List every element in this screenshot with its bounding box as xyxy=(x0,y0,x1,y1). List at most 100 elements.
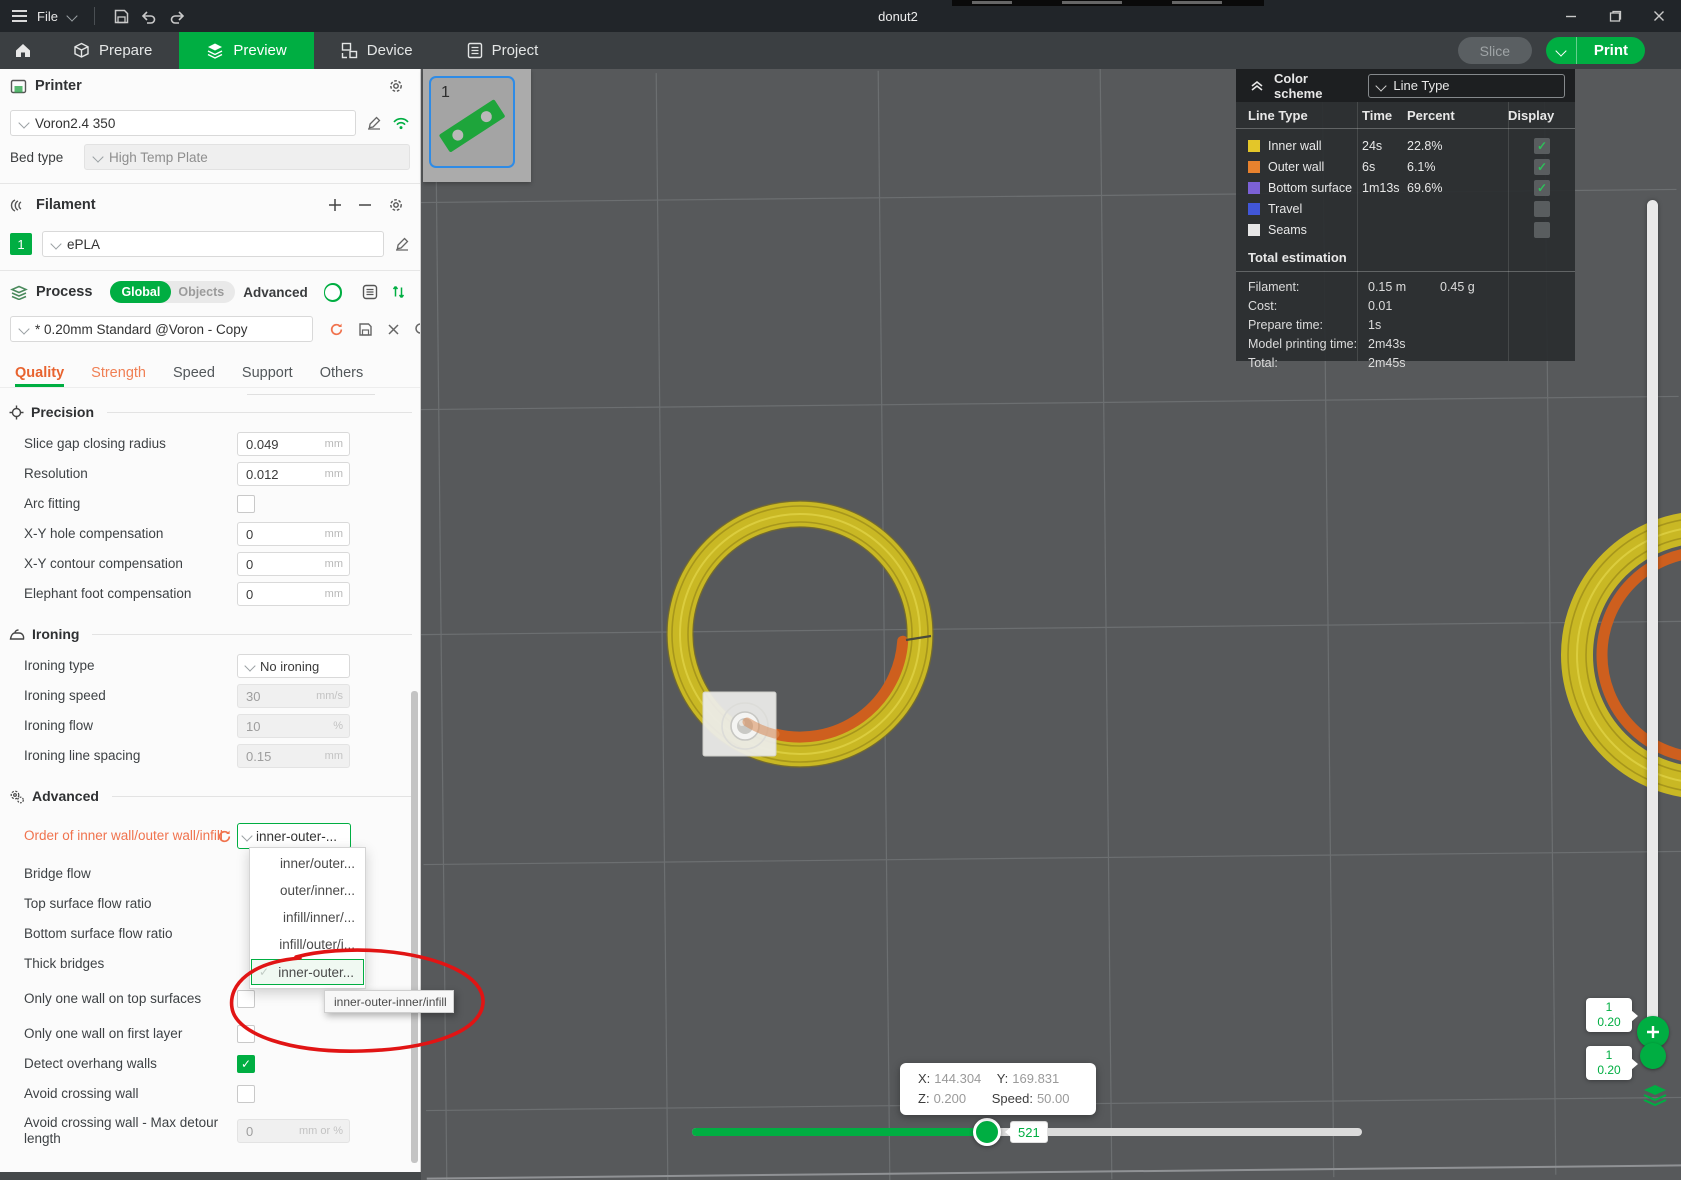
wifi-icon[interactable] xyxy=(392,116,410,130)
option-outer-inner-infill[interactable]: outer/inner... xyxy=(250,877,365,904)
tab-prepare[interactable]: Prepare xyxy=(46,32,179,69)
move-slider-value: 521 xyxy=(1010,1121,1048,1143)
only-one-wall-top-checkbox[interactable]: ✓ xyxy=(237,990,255,1008)
print-split-button[interactable]: Print xyxy=(1546,37,1645,64)
only-one-wall-first-layer-checkbox[interactable]: ✓ xyxy=(237,1025,255,1043)
save-preset-icon[interactable] xyxy=(358,322,373,337)
nozzle-indicator xyxy=(703,692,776,756)
collapse-icon[interactable] xyxy=(1250,80,1264,92)
estimation-row: Cost:0.01 xyxy=(1236,296,1575,315)
max-detour-length-input[interactable]: 0mm or % xyxy=(237,1119,350,1143)
display-checkbox[interactable]: ✓ xyxy=(1534,222,1550,238)
home-button[interactable] xyxy=(0,32,46,69)
scope-global[interactable]: Global xyxy=(110,281,171,303)
tab-others[interactable]: Others xyxy=(320,365,364,387)
filament-icon xyxy=(10,198,28,213)
elephant-foot-compensation-input[interactable]: 0mm xyxy=(237,582,350,606)
scope-objects[interactable]: Objects xyxy=(171,285,235,299)
reset-order-icon[interactable] xyxy=(217,829,232,844)
edit-printer-icon[interactable] xyxy=(366,115,382,131)
tab-speed[interactable]: Speed xyxy=(173,365,215,387)
process-scope-toggle[interactable]: Global Objects xyxy=(110,281,235,303)
color-scheme-select[interactable]: Line Type xyxy=(1368,74,1565,98)
swatch xyxy=(1248,182,1260,194)
prepare-cube-icon xyxy=(73,42,90,59)
printer-icon xyxy=(10,79,27,94)
gcode-status-tooltip: X:144.304 Y:169.831 Z:0.200 Speed:50.00 xyxy=(900,1063,1096,1115)
move-slider-handle[interactable] xyxy=(973,1118,1001,1146)
advanced-mode-toggle[interactable] xyxy=(324,283,342,302)
process-tab-bar: Quality Strength Speed Support Others xyxy=(0,347,420,388)
tab-project[interactable]: Project xyxy=(440,32,566,69)
file-menu[interactable]: File xyxy=(37,9,58,24)
ironing-icon xyxy=(9,628,25,641)
tab-strength[interactable]: Strength xyxy=(91,365,146,387)
xy-hole-compensation-input[interactable]: 0mm xyxy=(237,522,350,546)
ironing-title: Ironing xyxy=(32,626,79,642)
save-icon[interactable] xyxy=(113,8,130,25)
legend-column-headers: Line TypeTime PercentDisplay xyxy=(1236,102,1575,128)
process-preset-select[interactable]: * 0.20mm Standard @Voron - Copy xyxy=(10,316,313,342)
reset-preset-icon[interactable] xyxy=(329,322,344,337)
tab-quality[interactable]: Quality xyxy=(15,365,64,387)
file-menu-chevron-icon[interactable] xyxy=(66,10,77,21)
detect-overhang-walls-checkbox[interactable]: ✓ xyxy=(237,1055,255,1073)
option-inner-outer-inner-infill[interactable]: ✓inner-outer... xyxy=(251,959,364,985)
compare-presets-icon[interactable] xyxy=(391,284,406,300)
printer-select[interactable]: Voron2.4 350 xyxy=(10,110,356,136)
display-checkbox[interactable]: ✓ xyxy=(1534,159,1550,175)
slice-gap-closing-radius-input[interactable]: 0.049mm xyxy=(237,432,350,456)
search-settings-icon[interactable] xyxy=(414,322,421,337)
xy-contour-compensation-input[interactable]: 0mm xyxy=(237,552,350,576)
legend-row-travel: Travel ✓ xyxy=(1236,198,1575,219)
resolution-input[interactable]: 0.012mm xyxy=(237,462,350,486)
delete-preset-icon[interactable] xyxy=(387,323,400,336)
close-button[interactable] xyxy=(1637,0,1681,32)
minimize-button[interactable] xyxy=(1549,0,1593,32)
ironing-speed-input[interactable]: 30mm/s xyxy=(237,684,350,708)
slice-button[interactable]: Slice xyxy=(1458,37,1532,64)
avoid-crossing-wall-checkbox[interactable]: ✓ xyxy=(237,1085,255,1103)
layer-top-bubble: 10.20 xyxy=(1586,998,1632,1032)
filament-select[interactable]: ePLA xyxy=(42,231,384,257)
redo-icon[interactable] xyxy=(168,9,186,24)
preview-layers-icon xyxy=(206,42,224,59)
option-infill-outer-inner[interactable]: infill/outer/i... xyxy=(250,931,365,958)
option-infill-inner-outer[interactable]: infill/inner/... xyxy=(250,904,365,931)
display-checkbox[interactable]: ✓ xyxy=(1534,138,1550,154)
remove-filament-icon[interactable] xyxy=(358,198,372,212)
option-inner-outer-infill[interactable]: inner/outer... xyxy=(250,850,365,877)
ironing-flow-input[interactable]: 10% xyxy=(237,714,350,738)
add-filament-icon[interactable] xyxy=(328,198,342,212)
tab-device[interactable]: Device xyxy=(314,32,440,69)
legend-row-bottom-surface: Bottom surface1m13s 69.6% ✓ xyxy=(1236,177,1575,198)
parameter-table-icon[interactable] xyxy=(362,284,378,300)
maximize-button[interactable] xyxy=(1593,0,1637,32)
print-options-chevron-icon[interactable] xyxy=(1546,37,1577,64)
settings-scrollbar[interactable] xyxy=(411,691,418,1163)
layer-slider-track[interactable] xyxy=(1647,200,1658,1066)
printer-settings-gear-icon[interactable] xyxy=(388,78,404,94)
ironing-line-spacing-input[interactable]: 0.15mm xyxy=(237,744,350,768)
display-checkbox[interactable]: ✓ xyxy=(1534,180,1550,196)
bed-type-select[interactable]: High Temp Plate xyxy=(84,144,410,170)
precision-title: Precision xyxy=(31,404,94,420)
arc-fitting-checkbox[interactable]: ✓ xyxy=(237,495,255,513)
layers-icon[interactable] xyxy=(1641,1083,1669,1109)
estimation-title: Total estimation xyxy=(1236,240,1575,271)
display-checkbox[interactable]: ✓ xyxy=(1534,201,1550,217)
edit-filament-icon[interactable] xyxy=(394,236,410,252)
undo-icon[interactable] xyxy=(140,9,158,24)
wall-order-select[interactable]: inner-outer-... xyxy=(237,823,351,849)
tab-preview[interactable]: Preview xyxy=(179,32,313,69)
plate-thumbnail-1[interactable]: 1 xyxy=(429,76,515,168)
ironing-type-select[interactable]: No ironing xyxy=(237,654,350,678)
layer-slider-handle-bottom[interactable] xyxy=(1640,1043,1666,1069)
background-window-artifact xyxy=(952,0,1264,6)
swatch xyxy=(1248,203,1260,215)
tab-support[interactable]: Support xyxy=(242,365,293,387)
slicer-window: 1 Color scheme Line Type Line TypeTi xyxy=(0,0,1681,1180)
filament-settings-gear-icon[interactable] xyxy=(388,197,404,213)
estimation-row: Prepare time:1s xyxy=(1236,315,1575,334)
menu-icon[interactable] xyxy=(12,7,27,25)
